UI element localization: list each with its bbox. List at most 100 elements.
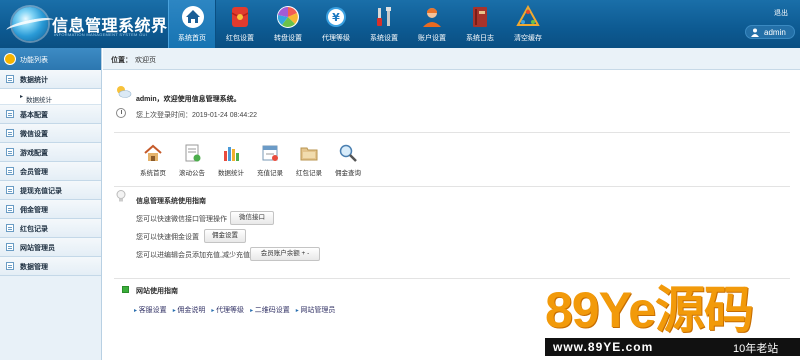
user-badge[interactable]: admin xyxy=(745,25,795,39)
sidebar-item-statistics[interactable]: 数据统计 xyxy=(0,70,101,89)
sidebar-item-label: 提现充值记录 xyxy=(20,188,62,195)
sidebar-item-label: 微信设置 xyxy=(20,131,48,138)
nav-spinner[interactable]: 转盘设置 xyxy=(264,0,312,48)
quick-link-recharge[interactable]: 充值记录 xyxy=(251,143,289,177)
last-login-label: 您上次登录时间： xyxy=(136,112,192,119)
clock-icon xyxy=(116,108,126,118)
quick-link-label: 充值记录 xyxy=(257,170,283,177)
site-guide-icon xyxy=(122,286,129,293)
quick-link-label: 滚动公告 xyxy=(179,170,205,177)
sidebar-item-site-admins[interactable]: 网站管理员 xyxy=(0,238,101,257)
spinner-wheel-icon xyxy=(277,6,299,28)
commission-settings-button[interactable]: 佣金设置 xyxy=(204,229,246,243)
quick-link-label: 红包记录 xyxy=(296,170,322,177)
sidebar-title: 功能列表 xyxy=(20,57,48,64)
user-icon xyxy=(751,28,759,37)
sidebar-item-game-config[interactable]: 游戏配置 xyxy=(0,143,101,162)
watermark-logo-text: 89Ye源码 xyxy=(545,282,754,338)
yen-cloud-icon: ¥ xyxy=(326,7,346,27)
app-logo: 信息管理系统界面 INFORMATION MANAGEMENT SYSTEM G… xyxy=(5,4,184,44)
nav-label: 代理等级 xyxy=(322,35,350,42)
watermark-bar: www.89YE.com 10年老站 xyxy=(545,338,800,356)
sidebar: 功能列表 数据统计 ▸ 数据统计 基本配置 微信设置 游戏配置 会员管理 提现充… xyxy=(0,48,102,360)
site-guide-title: 网站使用指南 xyxy=(136,288,178,295)
account-icon xyxy=(423,8,441,27)
nav-system-settings[interactable]: 系统设置 xyxy=(360,0,408,48)
sidebar-item-label: 数据管理 xyxy=(20,264,48,271)
list-icon xyxy=(6,110,14,118)
list-icon xyxy=(6,262,14,270)
quick-link-commission[interactable]: 佣金查询 xyxy=(329,143,367,177)
sidebar-item-label: 佣金管理 xyxy=(20,207,48,214)
quick-link-label: 数据统计 xyxy=(218,170,244,177)
folder-icon xyxy=(300,147,318,161)
nav-red-envelope[interactable]: 红包设置 xyxy=(216,0,264,48)
member-balance-button[interactable]: 会员账户余额 + - xyxy=(250,247,320,261)
list-icon xyxy=(6,75,14,83)
nav-label: 账户设置 xyxy=(418,35,446,42)
clear-cache-icon xyxy=(516,5,540,26)
nav-home[interactable]: 系统首页 xyxy=(168,0,216,48)
nav-clear-cache[interactable]: 清空缓存 xyxy=(504,0,552,48)
tools-icon xyxy=(377,7,391,26)
sidebar-item-members[interactable]: 会员管理 xyxy=(0,162,101,181)
breadcrumb: 位置： 欢迎页 xyxy=(103,48,800,70)
quick-link-red-envelope[interactable]: 红包记录 xyxy=(290,143,328,177)
welcome-message: admin，欢迎使用信息管理系统。 xyxy=(136,94,241,104)
app-subtitle: INFORMATION MANAGEMENT SYSTEM GUI xyxy=(54,32,148,37)
home-icon xyxy=(182,6,204,28)
sidebar-item-label: 网站管理员 xyxy=(20,245,55,252)
nav-label: 红包设置 xyxy=(226,35,254,42)
quick-link-label: 系统首页 xyxy=(140,170,166,177)
top-nav: 系统首页 红包设置 转盘设置 ¥ 代理等级 系统设置 账户设置 系统日志 清空缓… xyxy=(168,0,552,48)
guide-row-text: 您可以快速佣金设置 xyxy=(136,234,199,241)
nav-agent-level[interactable]: ¥ 代理等级 xyxy=(312,0,360,48)
nav-label: 系统设置 xyxy=(370,35,398,42)
stats-icon xyxy=(224,147,239,161)
nav-system-log[interactable]: 系统日志 xyxy=(456,0,504,48)
sidebar-item-label: 红包记录 xyxy=(20,226,48,233)
sidebar-item-basic-config[interactable]: 基本配置 xyxy=(0,105,101,124)
quick-link-home[interactable]: 系统首页 xyxy=(134,143,172,177)
menu-dot-icon xyxy=(4,53,16,65)
sidebar-subitem-label: 数据统计 xyxy=(26,97,52,104)
logout-link[interactable]: 退出 xyxy=(774,8,788,18)
lightbulb-icon xyxy=(116,190,126,202)
link-site-admins[interactable]: 网站管理员 xyxy=(296,305,335,315)
nav-label: 系统首页 xyxy=(178,35,206,42)
quick-link-stats[interactable]: 数据统计 xyxy=(212,143,250,177)
sidebar-header: 功能列表 xyxy=(0,48,101,70)
last-login-time: 2019-01-24 08:44:22 xyxy=(192,112,257,119)
username: admin xyxy=(764,28,786,37)
last-login: 您上次登录时间：2019-01-24 08:44:22 xyxy=(136,110,257,120)
link-commission-info[interactable]: 佣金说明 xyxy=(173,305,205,315)
sidebar-item-wechat[interactable]: 微信设置 xyxy=(0,124,101,143)
wechat-api-button[interactable]: 微信接口 xyxy=(230,211,274,225)
sidebar-item-label: 基本配置 xyxy=(20,112,48,119)
sidebar-item-label: 游戏配置 xyxy=(20,150,48,157)
list-icon xyxy=(6,186,14,194)
sidebar-item-commission[interactable]: 佣金管理 xyxy=(0,200,101,219)
link-customer-service[interactable]: 客服设置 xyxy=(134,305,167,315)
list-icon xyxy=(6,167,14,175)
guide-row-text: 您可以快速微信接口管理操作 xyxy=(136,216,227,223)
sidebar-item-withdraw-records[interactable]: 提现充值记录 xyxy=(0,181,101,200)
top-header: 信息管理系统界面 INFORMATION MANAGEMENT SYSTEM G… xyxy=(0,0,800,48)
sidebar-item-red-envelope-records[interactable]: 红包记录 xyxy=(0,219,101,238)
quick-link-notice[interactable]: 滚动公告 xyxy=(173,143,211,177)
site-guide-links: 客服设置 佣金说明 代理等级 二维码设置 网站管理员 xyxy=(134,305,341,315)
watermark-url: www.89YE.com xyxy=(553,340,654,354)
breadcrumb-current[interactable]: 欢迎页 xyxy=(135,55,156,65)
sidebar-item-data-management[interactable]: 数据管理 xyxy=(0,257,101,276)
house-icon xyxy=(144,144,162,161)
log-book-icon xyxy=(473,7,487,27)
nav-label: 系统日志 xyxy=(466,35,494,42)
link-qrcode-settings[interactable]: 二维码设置 xyxy=(250,305,290,315)
welcome-text: ，欢迎使用信息管理系统。 xyxy=(156,96,241,103)
sidebar-item-label: 会员管理 xyxy=(20,169,48,176)
sidebar-subitem-statistics[interactable]: ▸ 数据统计 xyxy=(0,89,101,105)
link-agent-level[interactable]: 代理等级 xyxy=(211,305,244,315)
nav-account[interactable]: 账户设置 xyxy=(408,0,456,48)
nav-label: 清空缓存 xyxy=(514,35,542,42)
breadcrumb-label: 位置： xyxy=(111,57,132,64)
